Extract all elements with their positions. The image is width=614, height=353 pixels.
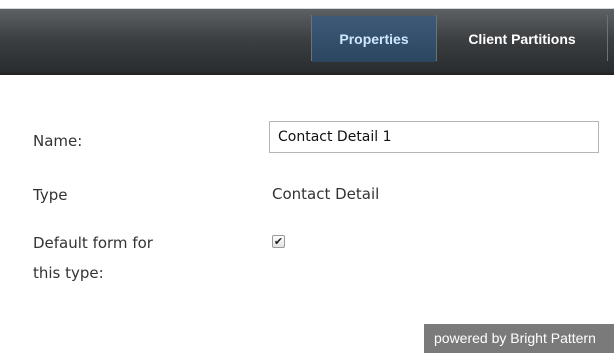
checkmark-icon: ✔ [273,235,284,248]
default-form-label-line2: this type: [33,264,104,282]
properties-page: Properties Client Partitions Name: Type … [0,0,614,353]
name-label: Name: [33,132,83,150]
type-label: Type [33,186,68,204]
tab-separator [607,15,608,61]
tab-client-partitions[interactable]: Client Partitions [437,16,607,62]
tab-properties[interactable]: Properties [312,16,436,62]
tab-properties-label: Properties [339,31,409,47]
default-form-label-line1: Default form for [33,234,153,252]
default-form-checkbox[interactable]: ✔ [272,235,285,248]
type-value: Contact Detail [272,185,380,203]
name-input[interactable] [269,121,599,153]
default-form-label: Default form for this type: [33,230,153,286]
tab-client-partitions-label: Client Partitions [468,31,576,47]
powered-by-footer: powered by Bright Pattern [424,324,614,353]
tab-bar: Properties Client Partitions [0,0,614,75]
